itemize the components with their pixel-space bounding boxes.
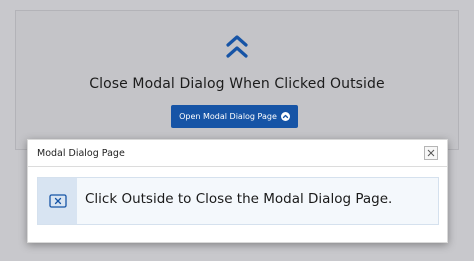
modal-dialog: Modal Dialog Page Click Outside to Close… — [27, 139, 448, 243]
double-chevron-up-icon — [226, 35, 248, 58]
page-title: Close Modal Dialog When Clicked Outside — [89, 76, 385, 92]
message-text: Click Outside to Close the Modal Dialog … — [85, 191, 393, 207]
message-icon-area — [38, 178, 77, 224]
modal-close-button[interactable] — [424, 146, 438, 160]
chevron-up-circle-icon — [280, 112, 290, 121]
open-modal-button-label: Open Modal Dialog Page — [179, 112, 277, 121]
modal-title: Modal Dialog Page — [37, 148, 125, 159]
open-modal-button[interactable]: Open Modal Dialog Page — [171, 105, 298, 128]
message-box: Click Outside to Close the Modal Dialog … — [37, 177, 439, 225]
close-icon — [427, 149, 435, 157]
close-box-icon — [48, 194, 67, 208]
modal-header: Modal Dialog Page — [28, 140, 447, 167]
